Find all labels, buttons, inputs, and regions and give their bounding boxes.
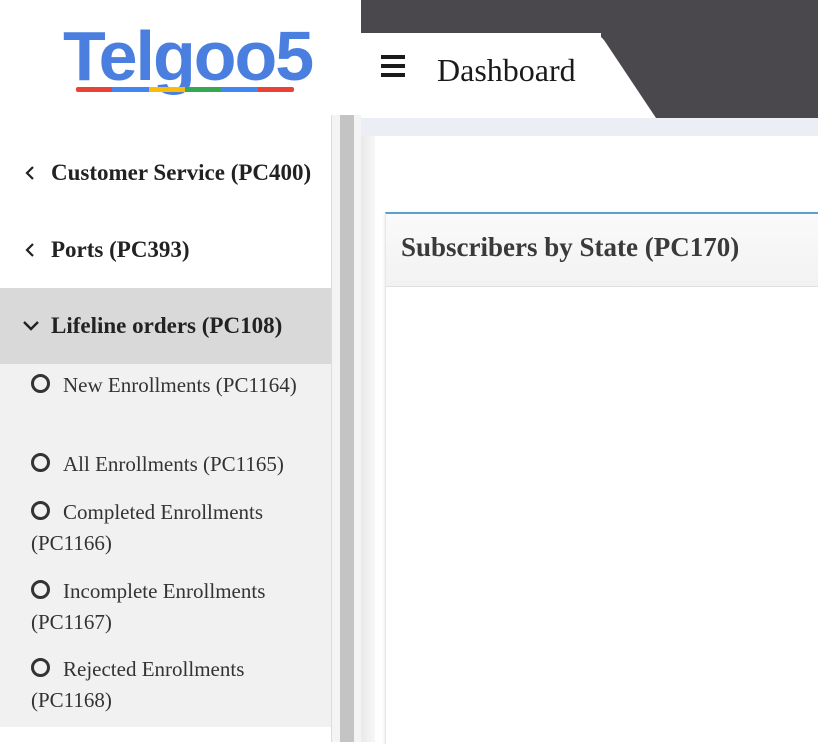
page-title: Dashboard (437, 52, 576, 88)
submenu-item-rejected-enrollments[interactable]: Rejected Enrollments (PC1168) (31, 654, 321, 716)
submenu-item-label: Incomplete Enrollments (PC1167) (31, 579, 266, 634)
content-top-strip (361, 118, 818, 136)
sidebar-item-label: Customer Service (PC400) (51, 160, 312, 185)
chevron-down-icon (23, 321, 39, 331)
circle-icon (31, 453, 50, 472)
submenu-item-label: Completed Enrollments (PC1166) (31, 500, 264, 555)
sidebar-item-lifeline-orders[interactable]: Lifeline orders (PC108) (0, 288, 331, 364)
submenu-item-label: New Enrollments (PC1164) (63, 373, 297, 397)
sidebar-item-label: Ports (PC393) (51, 237, 190, 262)
sidebar: Telgoo5 Customer Service (PC400) Ports (… (0, 0, 361, 742)
submenu-item-incomplete-enrollments[interactable]: Incomplete Enrollments (PC1167) (31, 576, 321, 638)
submenu-item-label: Rejected Enrollments (PC1168) (31, 657, 245, 712)
hamburger-menu-icon[interactable] (381, 55, 405, 77)
sidebar-divider (331, 115, 332, 742)
sidebar-item-label: Lifeline orders (PC108) (51, 313, 283, 338)
logo-color-bar (76, 87, 294, 92)
sidebar-item-ports[interactable]: Ports (PC393) (0, 212, 331, 288)
circle-icon (31, 501, 50, 520)
circle-icon (31, 580, 50, 599)
sidebar-nav: Customer Service (PC400) Ports (PC393) L… (0, 115, 331, 742)
sidebar-item-customer-service[interactable]: Customer Service (PC400) (0, 135, 331, 211)
chevron-left-icon (25, 243, 34, 257)
lifeline-submenu: New Enrollments (PC1164) All Enrollments… (0, 364, 331, 727)
submenu-item-all-enrollments[interactable]: All Enrollments (PC1165) (31, 449, 321, 480)
submenu-item-label: All Enrollments (PC1165) (63, 452, 284, 476)
submenu-item-new-enrollments[interactable]: New Enrollments (PC1164) (31, 370, 321, 401)
logo-text: Telgoo5 (63, 17, 314, 95)
submenu-item-completed-enrollments[interactable]: Completed Enrollments (PC1166) (31, 497, 321, 559)
card-header[interactable]: Subscribers by State (PC170) (386, 214, 818, 287)
chevron-left-icon (25, 166, 34, 180)
circle-icon (31, 374, 50, 393)
circle-icon (31, 658, 50, 677)
card-title: Subscribers by State (PC170) (401, 232, 740, 262)
sidebar-scrollbar-thumb[interactable] (340, 115, 354, 742)
content-shadow (361, 136, 375, 742)
subscribers-by-state-card: Subscribers by State (PC170) (385, 212, 818, 744)
logo[interactable]: Telgoo5 (0, 0, 361, 115)
